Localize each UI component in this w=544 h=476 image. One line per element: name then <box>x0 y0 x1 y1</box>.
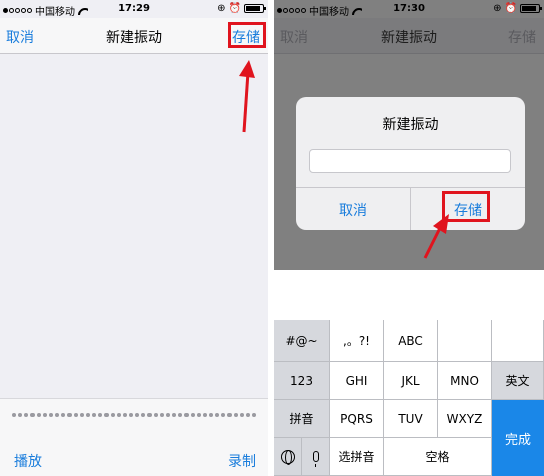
save-highlight-box <box>228 22 266 48</box>
save-button[interactable]: 存储 <box>508 27 536 47</box>
alarm-icon: ⏰ <box>228 3 241 14</box>
bottom-toolbar: 播放 录制 <box>0 398 268 476</box>
key-ghi[interactable]: GHI <box>330 362 384 400</box>
key-def[interactable] <box>438 320 492 362</box>
key-punctuation[interactable]: ,。?! <box>330 320 384 362</box>
key-select-pinyin[interactable]: 选拼音 <box>330 438 384 476</box>
left-screen: 中国移动 17:29 ⊕ ⏰ 取消 新建振动 存储 播放 录制 <box>0 0 268 476</box>
red-arrow-icon <box>423 214 449 259</box>
key-mno[interactable]: MNO <box>438 362 492 400</box>
microphone-icon <box>312 451 319 467</box>
key-symbols[interactable]: #@~ <box>274 320 330 362</box>
status-bar: 中国移动 17:29 ⊕ ⏰ <box>0 0 268 18</box>
dimmed-overlay: 中国移动 17:30 ⊕ ⏰ 取消 新建振动 存储 新建振动 取消 存储 <box>274 0 544 270</box>
key-globe[interactable] <box>274 438 302 476</box>
nav-bar: 取消 新建振动 存储 <box>274 18 544 54</box>
status-right-icons: ⊕ ⏰ <box>493 3 542 14</box>
play-button[interactable]: 播放 <box>14 451 42 471</box>
content-area <box>274 270 544 320</box>
key-space[interactable]: 空格 <box>384 438 492 476</box>
key-jkl[interactable]: JKL <box>384 362 438 400</box>
globe-icon <box>280 449 295 465</box>
alarm-icon: ⏰ <box>504 3 517 14</box>
key-voice[interactable] <box>302 438 330 476</box>
name-dialog: 新建振动 取消 存储 <box>296 97 525 230</box>
key-pqrs[interactable]: PQRS <box>330 400 384 438</box>
keyboard: #@~ ,。?! ABC 123 GHI JKL MNO 英文 拼音 PQRS … <box>274 320 544 476</box>
screenshot-root: 中国移动 17:29 ⊕ ⏰ 取消 新建振动 存储 播放 录制 中国移动 17:… <box>0 0 544 476</box>
name-input[interactable] <box>309 149 511 173</box>
battery-icon <box>244 4 266 13</box>
dialog-title: 新建振动 <box>382 117 439 133</box>
key-done[interactable]: 完成 <box>492 400 544 476</box>
page-title: 新建振动 <box>381 30 437 46</box>
battery-icon <box>520 4 542 13</box>
key-english[interactable]: 英文 <box>492 362 544 400</box>
red-arrow-icon <box>239 60 255 133</box>
vibration-timeline[interactable] <box>12 413 256 417</box>
record-button[interactable]: 录制 <box>228 451 256 471</box>
key-abc[interactable]: ABC <box>384 320 438 362</box>
status-right-icons: ⊕ ⏰ <box>217 3 266 14</box>
lock-rotation-icon: ⊕ <box>217 3 226 14</box>
key-wxyz[interactable]: WXYZ <box>438 400 492 438</box>
key-delete[interactable] <box>492 320 544 362</box>
key-tuv[interactable]: TUV <box>384 400 438 438</box>
right-screen: 中国移动 17:30 ⊕ ⏰ 取消 新建振动 存储 新建振动 取消 存储 #@~… <box>274 0 544 476</box>
lock-rotation-icon: ⊕ <box>493 3 502 14</box>
key-numbers[interactable]: 123 <box>274 362 330 400</box>
dialog-cancel-button[interactable]: 取消 <box>296 200 410 220</box>
status-bar: 中国移动 17:30 ⊕ ⏰ <box>274 0 544 18</box>
key-pinyin[interactable]: 拼音 <box>274 400 330 438</box>
